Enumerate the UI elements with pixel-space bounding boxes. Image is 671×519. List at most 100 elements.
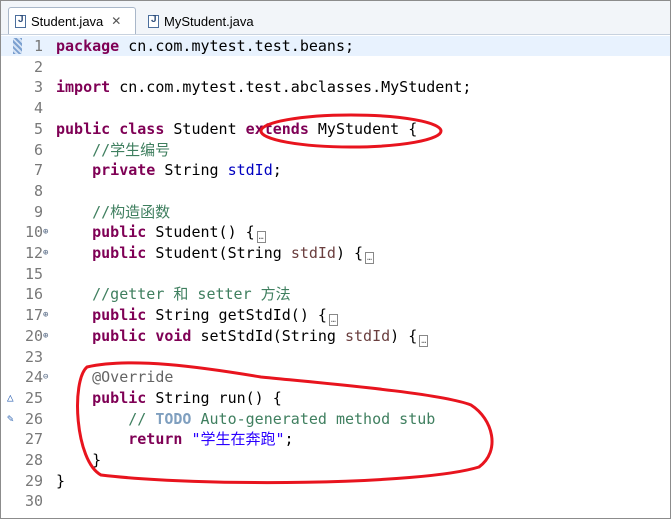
- code-text: private String stdId;: [56, 160, 282, 180]
- code-line[interactable]: 16 //getter 和 setter 方法: [1, 284, 670, 304]
- close-icon[interactable]: ✕: [111, 14, 121, 28]
- task-marker-icon[interactable]: ✎: [7, 409, 21, 429]
- expand-fold-icon[interactable]: ⊕: [43, 305, 48, 325]
- token-str: "学生在奔跑": [191, 430, 285, 449]
- code-text: public class Student extends MyStudent {: [56, 119, 417, 139]
- line-number: 17: [24, 306, 43, 325]
- code-text: public Student() {…: [56, 222, 266, 244]
- java-file-icon: [148, 14, 159, 28]
- code-line[interactable]: 29}: [1, 471, 670, 491]
- token-plain: ;: [284, 430, 294, 449]
- line-number: 7: [33, 161, 43, 180]
- code-line[interactable]: 10 ⊕ public Student() {…: [1, 222, 670, 244]
- token-kw: import: [56, 78, 111, 97]
- tab-label: MyStudent.java: [164, 13, 254, 29]
- line-number: 8: [33, 181, 43, 200]
- code-line[interactable]: 24 ⊖ @Override: [1, 367, 670, 387]
- code-line[interactable]: 30: [1, 491, 670, 511]
- code-line[interactable]: 4: [1, 98, 670, 118]
- expand-fold-icon[interactable]: ⊕: [43, 222, 48, 242]
- code-line[interactable]: ✎ 26 // TODO Auto-generated method stub: [1, 409, 670, 429]
- collapse-fold-icon[interactable]: ⊖: [43, 367, 48, 387]
- code-text: public String run() {: [56, 388, 282, 408]
- line-number: 9: [33, 202, 43, 221]
- line-number: 15: [24, 264, 43, 283]
- code-text: public Student(String stdId) {…: [56, 243, 375, 264]
- code-line[interactable]: 9 //构造函数: [1, 202, 670, 222]
- line-number: 4: [33, 99, 43, 118]
- line-number: 6: [33, 140, 43, 159]
- token-comment: //构造函数: [92, 202, 171, 221]
- line-number: 20: [24, 326, 43, 345]
- code-line[interactable]: 1 package cn.com.mytest.test.beans;: [1, 36, 670, 56]
- token-param: stdId: [290, 244, 336, 262]
- code-text: import cn.com.mytest.test.abclasses.MySt…: [56, 77, 471, 97]
- code-line[interactable]: 20 ⊕ public void setStdId(String stdId) {…: [1, 326, 670, 347]
- tab-label: Student.java: [31, 13, 104, 29]
- code-text: return "学生在奔跑";: [56, 429, 294, 449]
- code-line[interactable]: 5 public class Student extends MyStudent …: [1, 119, 670, 139]
- folded-code-icon[interactable]: …: [328, 314, 338, 327]
- line-number: 12: [24, 244, 43, 262]
- token-plain: ;: [272, 161, 282, 180]
- code-line[interactable]: 28 }: [1, 450, 670, 470]
- token-plain: String: [155, 161, 228, 180]
- token-plain: Student() {: [146, 223, 255, 242]
- token-kw: package: [56, 37, 120, 55]
- tab-student-java[interactable]: Student.java ✕: [8, 7, 136, 34]
- token-param: stdId: [345, 326, 391, 345]
- token-plain: ) {: [390, 326, 418, 345]
- line-number: 25: [24, 388, 43, 407]
- code-line[interactable]: 8: [1, 181, 670, 201]
- code-line[interactable]: 2: [1, 57, 670, 77]
- editor-window: Student.java ✕ MyStudent.java 1 package c…: [0, 0, 671, 519]
- token-plain: cn.com.mytest.test.beans;: [119, 37, 355, 55]
- folded-code-icon[interactable]: …: [365, 252, 375, 264]
- token-plain: Student(String: [146, 244, 291, 262]
- code-text: //getter 和 setter 方法: [56, 284, 291, 304]
- code-line[interactable]: 27 return "学生在奔跑";: [1, 429, 670, 449]
- token-plain: }: [56, 471, 66, 490]
- expand-fold-icon[interactable]: ⊕: [43, 243, 48, 263]
- code-text: }: [56, 471, 65, 491]
- override-marker-icon[interactable]: △: [7, 388, 21, 408]
- token-comment: //学生编号: [92, 140, 171, 159]
- tab-mystudent-java[interactable]: MyStudent.java: [142, 8, 272, 34]
- line-number: 3: [33, 78, 43, 97]
- token-plain: Student: [164, 119, 246, 138]
- token-plain: String getStdId() {: [146, 306, 327, 325]
- code-text: //学生编号: [56, 140, 170, 160]
- code-line[interactable]: 12 ⊕ public Student(String stdId) {…: [1, 243, 670, 264]
- folded-code-icon[interactable]: …: [256, 231, 266, 244]
- folded-code-icon[interactable]: …: [419, 334, 429, 347]
- code-line[interactable]: 23: [1, 347, 670, 367]
- code-line[interactable]: 17 ⊕ public String getStdId() {…: [1, 305, 670, 327]
- expand-fold-icon[interactable]: ⊕: [43, 326, 48, 346]
- line-number: 26: [24, 409, 43, 428]
- code-text: }: [56, 450, 101, 470]
- code-line[interactable]: 7 private String stdId;: [1, 160, 670, 180]
- line-number: 10: [24, 223, 43, 242]
- token-kw: void: [155, 326, 192, 345]
- token-kw: public: [92, 244, 147, 262]
- token-plain: setStdId(String: [191, 326, 345, 345]
- code-editor[interactable]: 1 package cn.com.mytest.test.beans; 2 3 impo…: [1, 35, 670, 518]
- code-line[interactable]: 15: [1, 264, 670, 284]
- token-kw: return: [128, 430, 183, 449]
- code-text: // TODO Auto-generated method stub: [56, 409, 435, 429]
- java-file-icon: [15, 14, 26, 28]
- token-plain: cn.com.mytest.test.abclasses.MyStudent;: [110, 78, 472, 97]
- code-line[interactable]: 6 //学生编号: [1, 140, 670, 160]
- code-line[interactable]: 3 import cn.com.mytest.test.abclasses.MyS…: [1, 77, 670, 97]
- code-text: //构造函数: [56, 202, 170, 222]
- code-line[interactable]: △ 25 public String run() {: [1, 388, 670, 408]
